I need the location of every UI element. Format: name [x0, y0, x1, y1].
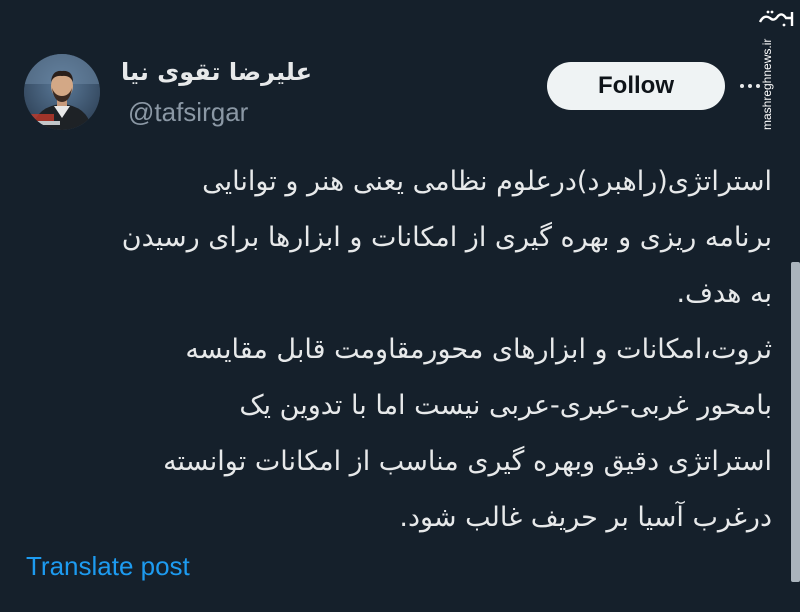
avatar[interactable]	[24, 54, 100, 130]
tweet-line: بامحور غربی-عبری-عربی نیست اما با تدوین …	[239, 390, 772, 421]
watermark-text: mashreghnews.ir	[760, 38, 774, 130]
tweet-line: درغرب آسیا بر حریف غالب شود.	[399, 502, 772, 533]
avatar-image	[24, 54, 100, 130]
tweet-line: برنامه ریزی و بهره گیری از امکانات و ابز…	[121, 222, 772, 253]
tweet-card: علیرضا تقوی نیا @tafsirgar Follow mashre…	[0, 0, 800, 612]
tweet-line: ثروت،امکانات و ابزارهای محورمقاومت قابل …	[185, 334, 772, 365]
tweet-text: استراتژی(راهبرد)درعلوم نظامی یعنی هنر و …	[22, 154, 772, 546]
user-handle[interactable]: @tafsirgar	[128, 96, 248, 128]
display-name[interactable]: علیرضا تقوی نیا	[112, 56, 312, 88]
translate-post-link[interactable]: Translate post	[26, 549, 190, 583]
follow-button[interactable]: Follow	[547, 62, 725, 110]
more-options-button[interactable]	[738, 76, 762, 96]
tweet-line: استراتژی دقیق وبهره گیری مناسب از امکانا…	[163, 446, 772, 477]
tweet-line: استراتژی(راهبرد)درعلوم نظامی یعنی هنر و …	[202, 166, 772, 197]
scrollbar[interactable]	[791, 262, 800, 582]
watermark-logo-icon	[758, 8, 796, 30]
tweet-line: به هدف.	[676, 278, 772, 309]
more-dots-icon	[740, 84, 760, 88]
